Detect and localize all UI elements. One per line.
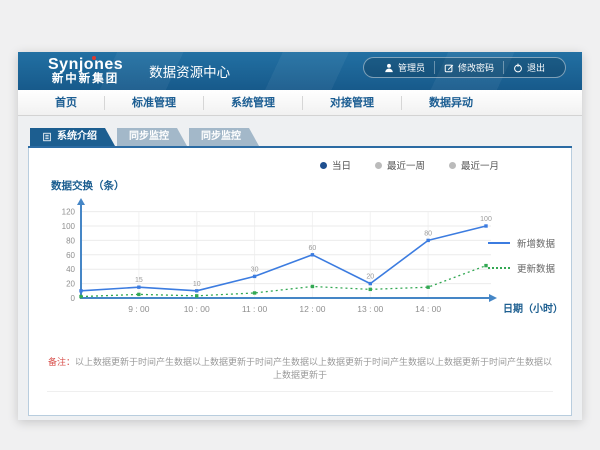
chart-panel: 当日 最近一周 最近一月 数据交换（条） 0 20 40 60 80 100 120 9 : … [28,148,572,416]
nav-item-standard-mgmt[interactable]: 标准管理 [105,96,204,110]
tab-sync-monitor-1-label: 同步监控 [129,128,169,146]
user-menu-admin-label: 管理员 [398,61,425,74]
nav-item-data-change[interactable]: 数据异动 [402,96,500,110]
radio-last-week-label: 最近一周 [387,158,425,172]
user-icon [384,63,394,73]
footnote: 备注：以上数据更新于时间产生数据以上数据更新于时间产生数据以上数据更新于时间产生… [47,355,553,392]
legend-update-data-label: 更新数据 [517,261,555,275]
content-area: 系统介绍 同步监控 同步监控 当日 最近一周 [18,116,582,420]
logo-text-cn: 新中新集团 [48,73,123,85]
svg-text:60: 60 [309,245,317,252]
brand-logo: Synjones 新中新集团 [48,57,123,86]
logo-text-en: Synjones [48,57,123,74]
svg-text:10 : 00: 10 : 00 [184,304,210,314]
svg-text:13 : 00: 13 : 00 [357,304,383,314]
radio-last-week[interactable]: 最近一周 [375,158,425,172]
svg-text:100: 100 [62,222,76,231]
time-range-filter: 当日 最近一周 最近一月 [29,148,571,172]
footnote-text: 以上数据更新于时间产生数据以上数据更新于时间产生数据以上数据更新于时间产生数据以… [75,357,552,380]
dotted-line-swatch [488,267,510,269]
svg-text:日期（小时）: 日期（小时） [503,302,563,315]
svg-text:120: 120 [62,208,76,217]
svg-text:20: 20 [366,274,374,281]
app-window: Synjones 新中新集团 数据资源中心 管理员 修改密码 退出 首页 标准管… [18,52,582,420]
radio-dot [320,162,327,169]
svg-text:10: 10 [193,281,201,288]
nav-item-home[interactable]: 首页 [28,96,105,110]
tab-sync-monitor-2-label: 同步监控 [201,128,241,146]
radio-dot [449,162,456,169]
header: Synjones 新中新集团 数据资源中心 管理员 修改密码 退出 [18,52,582,90]
power-icon [513,63,523,73]
svg-text:40: 40 [66,265,75,274]
svg-text:60: 60 [66,251,75,260]
radio-today[interactable]: 当日 [320,158,351,172]
tab-sync-monitor-1[interactable]: 同步监控 [117,128,187,146]
radio-dot [375,162,382,169]
user-menu-admin[interactable]: 管理员 [375,61,434,74]
nav-item-system-mgmt[interactable]: 系统管理 [204,96,303,110]
radio-last-month[interactable]: 最近一月 [449,158,499,172]
legend-new-data-label: 新增数据 [517,236,555,250]
svg-text:15: 15 [135,277,143,284]
logo-accent-dot [92,56,96,60]
tab-sync-monitor-2[interactable]: 同步监控 [189,128,259,146]
svg-text:20: 20 [66,280,75,289]
svg-text:11 : 00: 11 : 00 [242,304,268,314]
change-password-label: 修改密码 [458,61,494,74]
radio-today-label: 当日 [332,158,351,172]
change-password-button[interactable]: 修改密码 [434,61,503,74]
logout-label: 退出 [527,61,545,74]
tab-bar: 系统介绍 同步监控 同步监控 [28,128,572,148]
svg-text:30: 30 [251,266,259,273]
user-menu: 管理员 修改密码 退出 [363,57,566,78]
logout-button[interactable]: 退出 [503,61,554,74]
svg-text:9 : 00: 9 : 00 [128,304,150,314]
document-icon [42,132,52,142]
svg-text:80: 80 [424,230,432,237]
solid-line-swatch [488,242,510,244]
y-axis-title: 数据交换（条） [51,178,571,193]
svg-text:100: 100 [480,216,492,223]
footnote-label: 备注： [48,357,75,367]
svg-text:14 : 00: 14 : 00 [415,304,441,314]
svg-text:80: 80 [66,236,75,245]
legend-item-new-data: 新增数据 [488,236,555,250]
page-title: 数据资源中心 [149,61,230,81]
legend-item-update-data: 更新数据 [488,261,555,275]
tab-system-intro[interactable]: 系统介绍 [30,128,115,146]
svg-text:12 : 00: 12 : 00 [299,304,325,314]
chart-area: 数据交换（条） 0 20 40 60 80 100 120 9 : 00 10 : 00 11 :… [29,172,571,335]
svg-text:0: 0 [71,294,76,303]
chart-legend: 新增数据 更新数据 [488,236,555,275]
main-nav: 首页 标准管理 系统管理 对接管理 数据异动 [18,90,582,116]
edit-icon [444,63,454,73]
radio-last-month-label: 最近一月 [461,158,499,172]
nav-item-interface-mgmt[interactable]: 对接管理 [303,96,402,110]
tab-system-intro-label: 系统介绍 [57,128,97,146]
